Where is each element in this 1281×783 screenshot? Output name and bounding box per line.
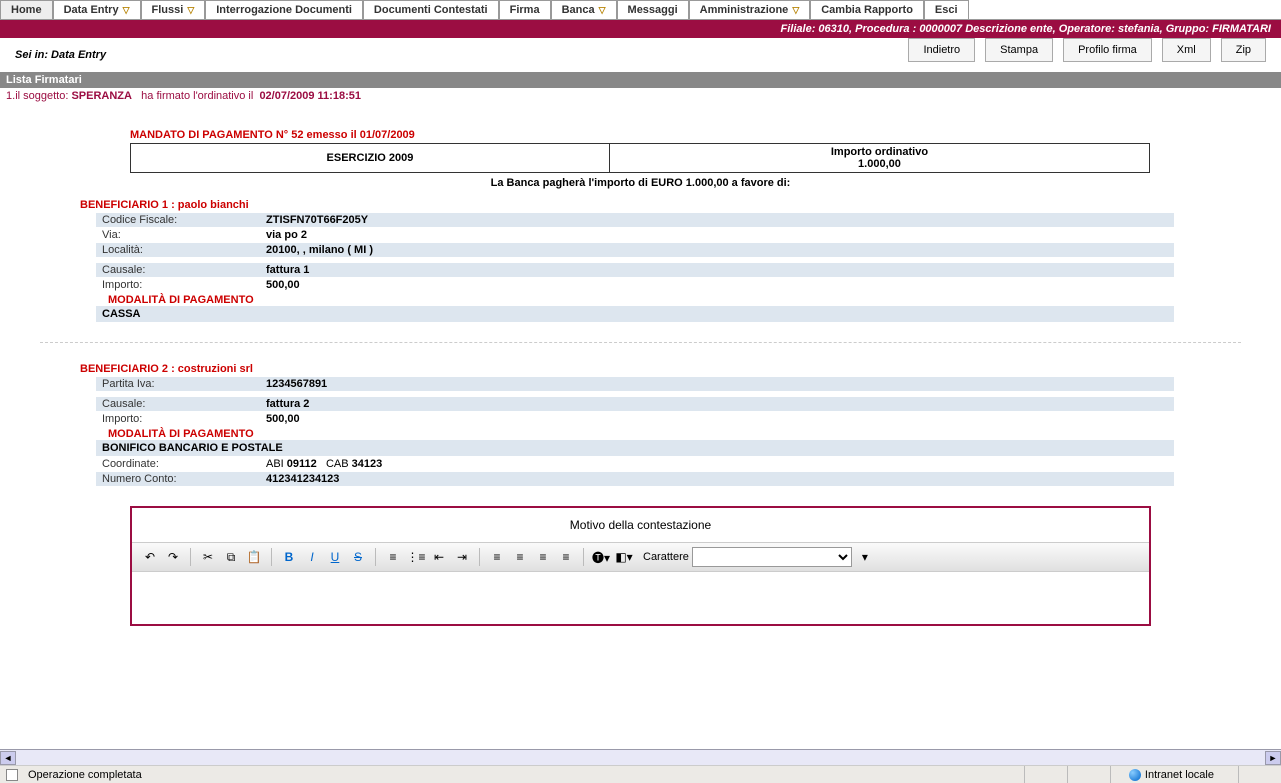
text-color-icon[interactable]: 🅣▾	[591, 547, 611, 567]
context-bar: Filiale: 06310, Procedura : 0000007 Desc…	[0, 20, 1281, 38]
align-justify-icon[interactable]: ≡	[556, 547, 576, 567]
paste-icon[interactable]: 📋	[244, 547, 264, 567]
modalita-title-1: MODALITÀ DI PAGAMENTO	[108, 294, 1241, 306]
nav-data-entry[interactable]: Data Entry▽	[53, 0, 141, 19]
bank-note: La Banca pagherà l'importo di EURO 1.000…	[40, 177, 1241, 189]
undo-icon[interactable]: ↶	[140, 547, 160, 567]
page-icon	[6, 769, 18, 781]
italic-icon[interactable]: I	[302, 547, 322, 567]
globe-icon	[1129, 769, 1141, 781]
nav-banca[interactable]: Banca▽	[551, 0, 617, 19]
modalita-title-2: MODALITÀ DI PAGAMENTO	[108, 428, 1241, 440]
bold-icon[interactable]: B	[279, 547, 299, 567]
nav-contestati[interactable]: Documenti Contestati	[363, 0, 499, 19]
nav-interrogazione[interactable]: Interrogazione Documenti	[205, 0, 363, 19]
nav-cambia[interactable]: Cambia Rapporto	[810, 0, 924, 19]
nav-amministrazione[interactable]: Amministrazione▽	[689, 0, 811, 19]
profile-button[interactable]: Profilo firma	[1063, 38, 1152, 62]
list-unordered-icon[interactable]: ⋮≡	[406, 547, 426, 567]
breadcrumb: Sei in: Data Entry	[0, 39, 121, 71]
chevron-down-icon: ▽	[792, 5, 799, 16]
scroll-right-icon[interactable]: ►	[1265, 751, 1281, 765]
zone-label: Intranet locale	[1145, 769, 1214, 781]
align-right-icon[interactable]: ≡	[533, 547, 553, 567]
align-center-icon[interactable]: ≡	[510, 547, 530, 567]
editor-area[interactable]	[132, 572, 1149, 612]
top-nav: Home Data Entry▽ Flussi▽ Interrogazione …	[0, 0, 1281, 20]
cut-icon[interactable]: ✂	[198, 547, 218, 567]
xml-button[interactable]: Xml	[1162, 38, 1211, 62]
copy-icon[interactable]: ⧉	[221, 547, 241, 567]
editor-box: Motivo della contestazione ↶ ↷ ✂ ⧉ 📋 B I…	[130, 506, 1151, 626]
font-dropdown-icon[interactable]: ▾	[855, 547, 875, 567]
lista-firmatari-header: Lista Firmatari	[0, 72, 1281, 88]
signatory-row: 1.il soggetto: SPERANZA ha firmato l'ord…	[0, 88, 1281, 104]
horizontal-scrollbar[interactable]: ◄ ►	[0, 749, 1281, 765]
beneficiario-1-title: BENEFICIARIO 1 : paolo bianchi	[80, 199, 1241, 211]
underline-icon[interactable]: U	[325, 547, 345, 567]
beneficiario-2-title: BENEFICIARIO 2 : costruzioni srl	[80, 363, 1241, 375]
nav-messaggi[interactable]: Messaggi	[617, 0, 689, 19]
nav-home[interactable]: Home	[0, 0, 53, 19]
nav-firma[interactable]: Firma	[499, 0, 551, 19]
coordinate-row: Coordinate: ABI 09112 CAB 34123	[96, 457, 1174, 471]
action-bar: Indietro Stampa Profilo firma Xml Zip	[893, 38, 1281, 72]
importo-cell: Importo ordinativo 1.000,00	[609, 144, 1149, 173]
editor-toolbar: ↶ ↷ ✂ ⧉ 📋 B I U S ≡ ⋮≡ ⇤ ⇥ ≡ ≡ ≡ ≡ 🅣▾ ◧▾…	[132, 542, 1149, 572]
status-bar: Operazione completata Intranet locale	[0, 765, 1281, 783]
nav-esci[interactable]: Esci	[924, 0, 969, 19]
outdent-icon[interactable]: ⇤	[429, 547, 449, 567]
align-left-icon[interactable]: ≡	[487, 547, 507, 567]
header-table: ESERCIZIO 2009 Importo ordinativo 1.000,…	[130, 143, 1150, 173]
chevron-down-icon: ▽	[123, 5, 130, 16]
bg-color-icon[interactable]: ◧▾	[614, 547, 634, 567]
modalita-value-1: CASSA	[96, 306, 1174, 322]
document-content: MANDATO DI PAGAMENTO N° 52 emesso il 01/…	[0, 104, 1281, 656]
editor-title: Motivo della contestazione	[132, 508, 1149, 542]
nav-flussi[interactable]: Flussi▽	[141, 0, 206, 19]
font-label: Carattere	[643, 551, 689, 563]
print-button[interactable]: Stampa	[985, 38, 1053, 62]
modalita-value-2: BONIFICO BANCARIO E POSTALE	[96, 440, 1174, 456]
scroll-left-icon[interactable]: ◄	[0, 751, 16, 765]
strike-icon[interactable]: S	[348, 547, 368, 567]
redo-icon[interactable]: ↷	[163, 547, 183, 567]
document-title: MANDATO DI PAGAMENTO N° 52 emesso il 01/…	[130, 129, 1241, 141]
zip-button[interactable]: Zip	[1221, 38, 1266, 62]
divider	[40, 342, 1241, 343]
chevron-down-icon: ▽	[599, 5, 606, 16]
esercizio-cell: ESERCIZIO 2009	[131, 144, 610, 173]
back-button[interactable]: Indietro	[908, 38, 975, 62]
list-ordered-icon[interactable]: ≡	[383, 547, 403, 567]
status-message: Operazione completata	[28, 769, 142, 781]
chevron-down-icon: ▽	[187, 5, 194, 16]
font-select[interactable]	[692, 547, 852, 567]
indent-icon[interactable]: ⇥	[452, 547, 472, 567]
